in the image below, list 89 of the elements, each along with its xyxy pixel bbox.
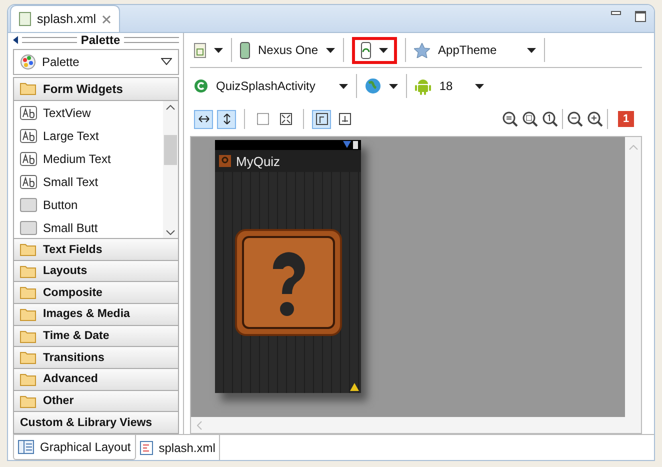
collapse-icon[interactable] [13, 36, 18, 44]
globe-icon [365, 78, 382, 94]
caret-icon[interactable] [339, 84, 348, 88]
editor-mode-tab[interactable]: Graphical Layout [13, 435, 136, 460]
editor-mode-tab[interactable]: splash.xml [136, 435, 220, 460]
zoom-actual-icon[interactable] [542, 111, 558, 127]
caret-icon[interactable] [526, 48, 536, 52]
maximize-icon[interactable] [635, 11, 646, 22]
corner-icon [314, 111, 330, 127]
api-level-dropdown[interactable]: 18 [415, 78, 484, 94]
text-widget-icon [20, 106, 37, 120]
caret-icon[interactable] [326, 48, 336, 52]
battery-icon [353, 140, 358, 149]
app-title: MyQuiz [236, 154, 280, 168]
palette-category[interactable]: Images & Media [13, 303, 179, 326]
palette-dropdown[interactable]: Palette [13, 49, 179, 75]
folder-icon [20, 308, 36, 321]
scroll-down-icon[interactable] [166, 230, 175, 236]
palette-icon [20, 54, 36, 70]
text-widget-icon [20, 174, 37, 189]
xml-file-icon [140, 440, 153, 454]
horizontal-scrollbar[interactable] [191, 417, 641, 433]
palette-item[interactable]: Small Butt [14, 216, 163, 240]
palette-category[interactable]: Transitions [13, 346, 179, 370]
palette-category[interactable]: Custom & Library Views [13, 411, 179, 434]
palette-title: Palette [80, 33, 120, 47]
text-widget-icon [20, 128, 37, 143]
button-widget-icon [20, 220, 37, 235]
folder-icon [20, 264, 36, 278]
layout-toggle-button[interactable] [312, 110, 331, 128]
layout-icon [18, 440, 34, 454]
layout-toggle-button[interactable] [217, 110, 236, 128]
scrollbar[interactable] [163, 101, 178, 240]
vertical-scrollbar[interactable] [625, 137, 641, 417]
palette-category[interactable]: Composite [13, 281, 179, 304]
palette-category[interactable]: Time & Date [13, 324, 179, 348]
folder-icon [20, 351, 36, 364]
palette-category[interactable]: Text Fields [13, 238, 179, 261]
file-icon[interactable] [194, 42, 206, 58]
locale-dropdown[interactable] [365, 78, 398, 94]
activity-dropdown[interactable]: QuizSplashActivity [194, 79, 348, 93]
palette-category[interactable]: Advanced [13, 368, 179, 391]
orientation-dropdown[interactable] [352, 36, 398, 64]
editor-tab[interactable]: splash.xml [10, 5, 120, 32]
palette-item[interactable]: Small Text [14, 170, 163, 194]
folder-icon [20, 243, 36, 256]
palette-category[interactable]: Layouts [13, 260, 179, 282]
rotate-icon [361, 42, 372, 58]
scroll-up-icon[interactable] [166, 105, 175, 110]
palette-item[interactable]: Medium Text [14, 147, 163, 170]
zoom-out-icon[interactable] [567, 111, 583, 127]
palette-item[interactable]: Button [14, 193, 163, 216]
class-icon [194, 79, 208, 93]
dotted-square-icon [254, 111, 270, 127]
android-icon [415, 78, 432, 94]
warning-icon [350, 383, 359, 391]
button-widget-icon [20, 198, 37, 212]
error-badge[interactable]: 1 [618, 111, 634, 127]
expand-icon [278, 111, 294, 127]
app-icon [219, 155, 231, 167]
theme-dropdown[interactable]: AppTheme [414, 42, 536, 58]
zoom-reset-icon[interactable] [522, 111, 538, 127]
device-dropdown[interactable]: Nexus One [240, 42, 336, 58]
palette-category[interactable]: Other [13, 390, 179, 412]
folder-icon [20, 82, 36, 96]
text-widget-icon [20, 152, 37, 166]
palette-item[interactable]: Large Text [14, 124, 163, 148]
star-icon [414, 42, 430, 58]
scroll-thumb[interactable] [164, 135, 177, 166]
palette-category[interactable]: Form Widgets [13, 76, 179, 102]
folder-icon [20, 394, 36, 408]
caret-icon[interactable] [214, 48, 223, 52]
wifi-icon [343, 140, 351, 148]
dropdown-icon[interactable] [161, 58, 172, 66]
close-icon[interactable] [102, 14, 112, 24]
palette-item[interactable]: TextView [14, 101, 163, 124]
phone-icon [240, 42, 250, 58]
zoom-in-icon[interactable] [587, 111, 603, 127]
xml-file-icon [19, 12, 31, 26]
square-icon [336, 111, 352, 127]
caret-icon[interactable] [379, 48, 388, 52]
caret-icon[interactable] [389, 84, 398, 88]
folder-icon [20, 330, 36, 343]
zoom-fit-icon[interactable] [502, 111, 518, 127]
caret-icon[interactable] [474, 84, 484, 88]
layout-toggle-button[interactable] [194, 110, 213, 128]
folder-icon [20, 372, 36, 386]
minimize-icon[interactable] [611, 11, 621, 16]
folder-icon [20, 286, 36, 300]
